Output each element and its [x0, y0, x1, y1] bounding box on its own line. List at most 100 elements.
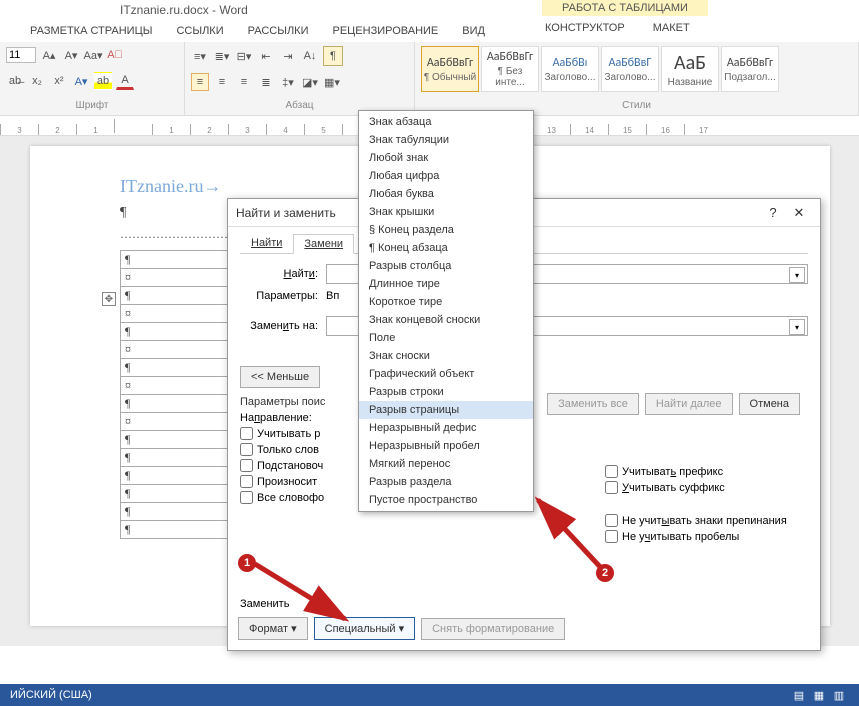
menu-item[interactable]: Разрыв столбца: [359, 257, 533, 275]
cb-wild-label: Подстановоч: [257, 460, 323, 472]
change-case-icon[interactable]: Aa▾: [84, 46, 102, 64]
replace-label: Заменить на:: [240, 320, 318, 332]
cb-prefix[interactable]: [605, 465, 618, 478]
align-right-icon[interactable]: ≡: [235, 73, 253, 91]
chevron-down-icon[interactable]: ▾: [789, 267, 805, 283]
cb-suffix[interactable]: [605, 481, 618, 494]
menu-item[interactable]: Знак концевой сноски: [359, 311, 533, 329]
bullets-icon[interactable]: ≡▾: [191, 47, 209, 65]
shrink-font-icon[interactable]: A▾: [62, 46, 80, 64]
menu-item[interactable]: Поле: [359, 329, 533, 347]
tab-references[interactable]: ССЫЛКИ: [176, 25, 223, 37]
menu-item[interactable]: Знак сноски: [359, 347, 533, 365]
cb-whole[interactable]: [240, 443, 253, 456]
special-button[interactable]: Специальный ▾: [314, 617, 415, 640]
marker-1: 1: [238, 554, 256, 572]
align-center-icon[interactable]: ≡: [213, 73, 231, 91]
menu-item[interactable]: Неразрывный дефис: [359, 419, 533, 437]
cb-sounds[interactable]: [240, 475, 253, 488]
table-move-handle[interactable]: ✥: [102, 292, 116, 306]
menu-item[interactable]: Короткое тире: [359, 293, 533, 311]
align-left-icon[interactable]: ≡: [191, 73, 209, 91]
grow-font-icon[interactable]: A▴: [40, 46, 58, 64]
style-subtitle[interactable]: АаБбВвГгПодзагол...: [721, 46, 779, 92]
sort-icon[interactable]: A↓: [301, 47, 319, 65]
view-web-icon[interactable]: ▥: [829, 689, 849, 702]
font-size-input[interactable]: [6, 47, 36, 63]
menu-item[interactable]: Любой знак: [359, 149, 533, 167]
view-print-icon[interactable]: ▦: [809, 689, 829, 702]
tab-find[interactable]: Найти: [240, 233, 293, 253]
tab-constructor[interactable]: КОНСТРУКТОР: [545, 22, 625, 34]
shading-icon[interactable]: ◪▾: [301, 73, 319, 91]
find-label: Найти:: [240, 268, 318, 280]
multilevel-icon[interactable]: ⊟▾: [235, 47, 253, 65]
app-title: ITznanie.ru.docx - Word: [120, 3, 248, 17]
cb-space[interactable]: [605, 530, 618, 543]
indent-dec-icon[interactable]: ⇤: [257, 47, 275, 65]
strike-icon[interactable]: ab̶: [6, 72, 24, 90]
close-button[interactable]: ✕: [786, 205, 812, 221]
menu-item[interactable]: Любая буква: [359, 185, 533, 203]
tab-view[interactable]: ВИД: [462, 25, 485, 37]
menu-item[interactable]: Графический объект: [359, 365, 533, 383]
cb-forms[interactable]: [240, 491, 253, 504]
cb-case-label: Учитывать р: [257, 428, 320, 440]
text-effects-icon[interactable]: A▾: [72, 72, 90, 90]
line-spacing-icon[interactable]: ‡▾: [279, 73, 297, 91]
menu-item[interactable]: ¶ Конец абзаца: [359, 239, 533, 257]
chevron-down-icon[interactable]: ▾: [789, 319, 805, 335]
menu-item[interactable]: Пустое пространство: [359, 491, 533, 509]
special-menu: Знак абзацаЗнак табуляцииЛюбой знакЛюбая…: [358, 110, 534, 512]
marker-2: 2: [596, 564, 614, 582]
less-button[interactable]: << Меньше: [240, 366, 320, 388]
cb-suffix-label: Учитывать суффикс: [622, 482, 725, 494]
menu-item[interactable]: Неразрывный пробел: [359, 437, 533, 455]
style-title[interactable]: АаБНазвание: [661, 46, 719, 92]
highlight-icon[interactable]: ab: [94, 72, 112, 90]
cb-case[interactable]: [240, 427, 253, 440]
menu-item[interactable]: Разрыв строки: [359, 383, 533, 401]
tab-mailings[interactable]: РАССЫЛКИ: [248, 25, 309, 37]
style-h1[interactable]: АаБбВıЗаголово...: [541, 46, 599, 92]
status-bar: ИЙСКИЙ (США) ▤ ▦ ▥: [0, 684, 859, 706]
tab-replace[interactable]: Замени: [293, 234, 354, 254]
menu-item[interactable]: Длинное тире: [359, 275, 533, 293]
tab-layout-table[interactable]: МАКЕТ: [653, 22, 690, 34]
numbering-icon[interactable]: ≣▾: [213, 47, 231, 65]
cb-wild[interactable]: [240, 459, 253, 472]
menu-item[interactable]: Мягкий перенос: [359, 455, 533, 473]
menu-item[interactable]: § Конец раздела: [359, 221, 533, 239]
tab-pagelayout[interactable]: РАЗМЕТКА СТРАНИЦЫ: [30, 25, 152, 37]
group-font-label: Шрифт: [6, 98, 178, 111]
replace-section-label: Заменить: [240, 598, 289, 610]
subscript-icon[interactable]: x₂: [28, 72, 46, 90]
table-tools-title: РАБОТА С ТАБЛИЦАМИ: [542, 0, 708, 16]
view-read-icon[interactable]: ▤: [789, 689, 809, 702]
superscript-icon[interactable]: x²: [50, 72, 68, 90]
format-button[interactable]: Формат ▾: [238, 617, 308, 640]
style-h2[interactable]: АаБбВвГЗаголово...: [601, 46, 659, 92]
menu-item[interactable]: Любая цифра: [359, 167, 533, 185]
style-normal[interactable]: АаБбВвГг¶ Обычный: [421, 46, 479, 92]
menu-item[interactable]: Знак абзаца: [359, 113, 533, 131]
menu-item[interactable]: Знак табуляции: [359, 131, 533, 149]
cb-punct[interactable]: [605, 514, 618, 527]
font-color-icon[interactable]: A: [116, 72, 134, 90]
cb-sounds-label: Произносит: [257, 476, 317, 488]
cb-forms-label: Все словофо: [257, 492, 324, 504]
dialog-title: Найти и заменить: [236, 206, 336, 220]
justify-icon[interactable]: ≣: [257, 73, 275, 91]
show-marks-icon[interactable]: ¶: [323, 46, 343, 66]
remove-format-button[interactable]: Снять форматирование: [421, 618, 565, 640]
tab-review[interactable]: РЕЦЕНЗИРОВАНИЕ: [332, 25, 438, 37]
menu-item[interactable]: Разрыв раздела: [359, 473, 533, 491]
menu-item[interactable]: Знак крышки: [359, 203, 533, 221]
indent-inc-icon[interactable]: ⇥: [279, 47, 297, 65]
help-button[interactable]: ?: [760, 205, 786, 220]
style-nospace[interactable]: АаБбВвГг¶ Без инте...: [481, 46, 539, 92]
clear-format-icon[interactable]: A⃠: [106, 46, 124, 64]
borders-icon[interactable]: ▦▾: [323, 73, 341, 91]
status-lang[interactable]: ИЙСКИЙ (США): [10, 689, 92, 701]
menu-item[interactable]: Разрыв страницы: [359, 401, 533, 419]
